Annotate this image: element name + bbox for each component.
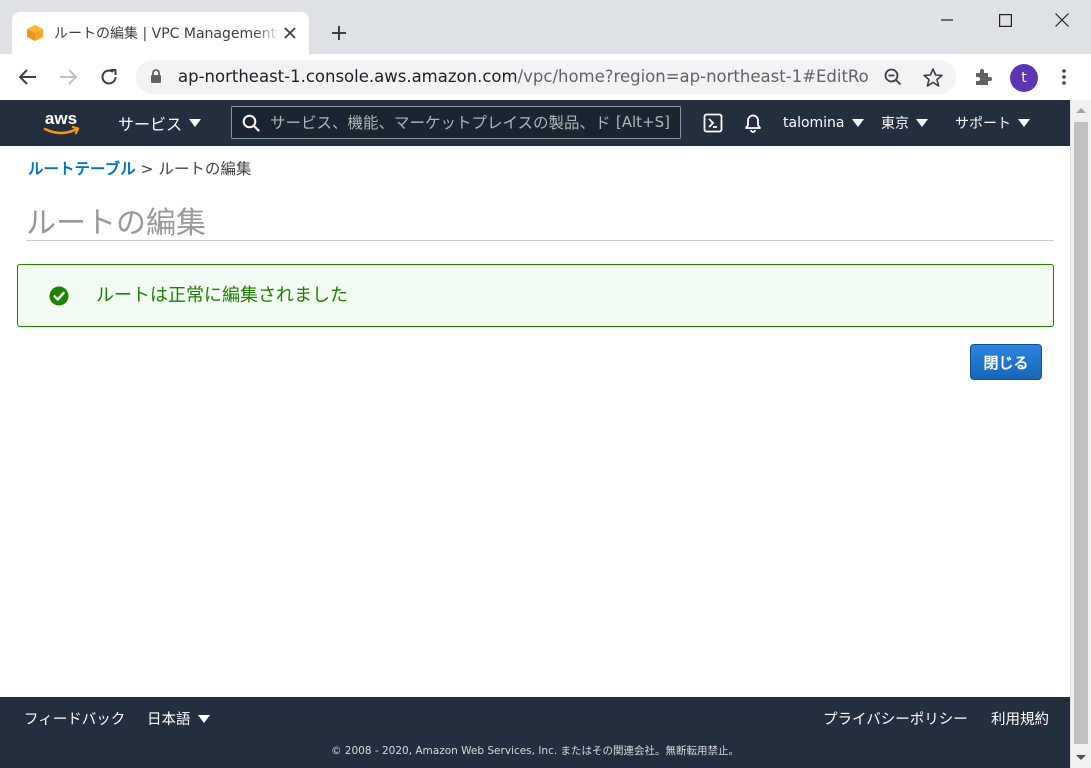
chevron-down-icon — [197, 714, 210, 723]
forward-arrow-icon[interactable] — [55, 64, 81, 90]
new-tab-icon[interactable] — [326, 20, 352, 46]
check-circle-icon — [49, 286, 69, 306]
maximize-icon[interactable] — [988, 8, 1022, 32]
breadcrumb-route-tables-link[interactable]: ルートテーブル — [28, 160, 136, 178]
tab-title: ルートの編集 | VPC Management Console — [54, 26, 281, 42]
url-text[interactable]: ap-northeast-1.console.aws.amazon.com/vp… — [178, 60, 868, 94]
console-footer: フィードバック 日本語 プライバシーポリシー 利用規約 © 2008 - 202… — [0, 697, 1070, 768]
title-divider — [26, 240, 1054, 241]
minimize-icon[interactable] — [930, 8, 964, 32]
terms-of-use-link[interactable]: 利用規約 — [991, 708, 1049, 729]
success-alert: ルートは正常に編集されました — [17, 264, 1054, 327]
aws-cube-icon — [27, 25, 43, 41]
region-menu[interactable]: 東京 — [881, 100, 928, 146]
support-label: サポート — [955, 116, 1011, 132]
bell-icon[interactable] — [741, 111, 765, 135]
zoom-icon[interactable] — [882, 66, 904, 88]
console-search[interactable]: [Alt+S] — [231, 106, 681, 139]
address-bar[interactable]: ap-northeast-1.console.aws.amazon.com/vp… — [136, 60, 956, 94]
aws-console-header: aws サービス [Alt+S] talomina 東京 サポート — [0, 100, 1070, 146]
browser-tabstrip: ルートの編集 | VPC Management Console — [0, 0, 1091, 54]
window-close-icon[interactable] — [1045, 8, 1079, 32]
close-button[interactable]: 閉じる — [970, 344, 1042, 380]
url-host: ap-northeast-1.console.aws.amazon.com — [178, 67, 518, 86]
services-menu[interactable]: サービス — [118, 100, 202, 146]
region-label: 東京 — [881, 116, 909, 132]
privacy-policy-link[interactable]: プライバシーポリシー — [823, 708, 968, 729]
svg-text:aws: aws — [45, 109, 77, 128]
extensions-puzzle-icon[interactable] — [970, 64, 996, 90]
breadcrumb: ルートテーブル > ルートの編集 — [28, 157, 251, 179]
scrollbar-thumb[interactable] — [1074, 122, 1088, 744]
support-menu[interactable]: サポート — [955, 100, 1030, 146]
aws-logo[interactable]: aws — [40, 108, 82, 138]
breadcrumb-separator: > — [135, 160, 159, 178]
page-title: ルートの編集 — [26, 206, 206, 241]
back-arrow-icon[interactable] — [15, 64, 41, 90]
search-shortcut: [Alt+S] — [615, 113, 670, 131]
lock-icon — [151, 69, 161, 83]
chevron-down-icon — [189, 119, 202, 127]
search-icon — [242, 114, 260, 132]
terminal-icon[interactable] — [701, 111, 725, 135]
scroll-down-icon[interactable] — [1076, 755, 1086, 760]
bookmark-star-icon[interactable] — [922, 66, 944, 88]
close-tab-icon[interactable] — [281, 24, 299, 42]
browser-tab[interactable]: ルートの編集 | VPC Management Console — [12, 12, 309, 54]
browser-menu-icon[interactable] — [1051, 64, 1077, 90]
reload-icon[interactable] — [96, 64, 122, 90]
search-input[interactable] — [270, 107, 610, 138]
copyright-text: © 2008 - 2020, Amazon Web Services, Inc.… — [330, 745, 740, 757]
chevron-down-icon — [1018, 119, 1030, 127]
scroll-up-icon[interactable] — [1076, 108, 1086, 113]
url-path: /vpc/home?region=ap-northeast-1#EditRout… — [517, 67, 868, 86]
language-label: 日本語 — [147, 712, 191, 728]
browser-toolbar: ap-northeast-1.console.aws.amazon.com/vp… — [0, 54, 1091, 100]
alert-message: ルートは正常に編集されました — [96, 285, 348, 306]
account-label: talomina — [783, 115, 845, 131]
feedback-link[interactable]: フィードバック — [24, 708, 125, 729]
profile-avatar[interactable]: t — [1010, 64, 1038, 92]
services-label: サービス — [118, 115, 183, 134]
chevron-down-icon — [851, 119, 864, 127]
language-selector[interactable]: 日本語 — [147, 708, 210, 729]
chevron-down-icon — [916, 119, 928, 127]
page-scrollbar[interactable] — [1070, 100, 1091, 768]
breadcrumb-current: ルートの編集 — [158, 160, 252, 178]
account-menu[interactable]: talomina — [783, 100, 864, 146]
